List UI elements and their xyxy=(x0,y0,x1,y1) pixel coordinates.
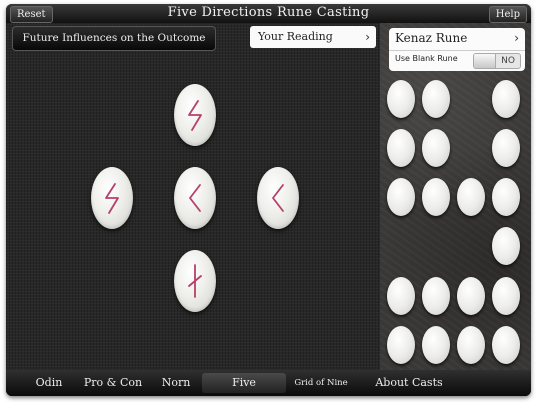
bag-rune-stone[interactable] xyxy=(492,129,520,167)
your-reading-button[interactable]: Your Reading › xyxy=(250,26,376,48)
bag-rune-stone[interactable] xyxy=(492,178,520,216)
bag-rune-stone[interactable] xyxy=(457,178,485,216)
tab-odin[interactable]: Odin xyxy=(28,373,70,393)
bag-rune-stone[interactable] xyxy=(422,80,450,118)
bag-rune-stone[interactable] xyxy=(422,178,450,216)
bag-rune-stone[interactable] xyxy=(422,326,450,364)
casting-board: Future Influences on the Outcome Your Re… xyxy=(6,23,380,370)
top-bar: Reset Five Directions Rune Casting Help xyxy=(6,4,531,23)
bag-rune-stone[interactable] xyxy=(422,129,450,167)
bag-rune-stone[interactable] xyxy=(492,277,520,315)
nauthiz-rune-icon xyxy=(188,264,202,298)
chevron-right-icon: › xyxy=(365,30,370,44)
bag-rune-stone[interactable] xyxy=(492,227,520,265)
kenaz-rune-icon xyxy=(189,184,201,212)
rune-info-card: Kenaz Rune › Use Blank Rune NO xyxy=(389,28,525,71)
tab-norn[interactable]: Norn xyxy=(156,373,196,393)
bag-rune-stone[interactable] xyxy=(422,277,450,315)
bag-rune-stone[interactable] xyxy=(492,80,520,118)
divider xyxy=(389,50,525,51)
tab-pro-con[interactable]: Pro & Con xyxy=(80,373,146,393)
tab-five-directions[interactable]: Five Directions xyxy=(202,373,286,393)
rune-bag-panel: Kenaz Rune › Use Blank Rune NO xyxy=(380,23,531,370)
blank-rune-toggle[interactable]: NO xyxy=(473,53,521,69)
app-window: Reset Five Directions Rune Casting Help … xyxy=(6,4,531,396)
blank-rune-label: Use Blank Rune xyxy=(395,54,458,63)
help-button[interactable]: Help xyxy=(488,6,527,23)
tab-bar: Odin Pro & Con Norn Five Directions Grid… xyxy=(6,370,531,396)
kenaz-rune-icon xyxy=(272,184,284,212)
sowilo-rune-icon xyxy=(105,183,119,214)
rune-left-sowilo[interactable] xyxy=(91,167,133,229)
rune-top-sowilo[interactable] xyxy=(174,84,216,146)
bag-rune-stone[interactable] xyxy=(387,277,415,315)
page-title: Five Directions Rune Casting xyxy=(167,5,370,20)
bag-rune-stone[interactable] xyxy=(457,326,485,364)
tab-about-casts[interactable]: About Casts xyxy=(366,373,452,393)
tab-grid-of-nine[interactable]: Grid of Nine xyxy=(289,373,353,393)
toggle-state-text: NO xyxy=(501,56,515,66)
bag-rune-stone[interactable] xyxy=(387,326,415,364)
bag-rune-stone[interactable] xyxy=(387,80,415,118)
position-label: Future Influences on the Outcome xyxy=(12,26,216,51)
selected-rune-name[interactable]: Kenaz Rune xyxy=(395,31,467,45)
rune-center-kenaz[interactable] xyxy=(174,167,216,229)
toggle-knob xyxy=(474,54,496,68)
your-reading-label: Your Reading xyxy=(258,30,333,43)
chevron-right-icon[interactable]: › xyxy=(514,31,519,45)
bag-rune-stone[interactable] xyxy=(457,277,485,315)
rune-right-kenaz[interactable] xyxy=(257,167,299,229)
bag-rune-stone[interactable] xyxy=(492,326,520,364)
bag-rune-stone[interactable] xyxy=(387,129,415,167)
sowilo-rune-icon xyxy=(188,100,202,131)
bag-rune-stone[interactable] xyxy=(387,178,415,216)
rune-bottom-nauthiz[interactable] xyxy=(174,250,216,312)
